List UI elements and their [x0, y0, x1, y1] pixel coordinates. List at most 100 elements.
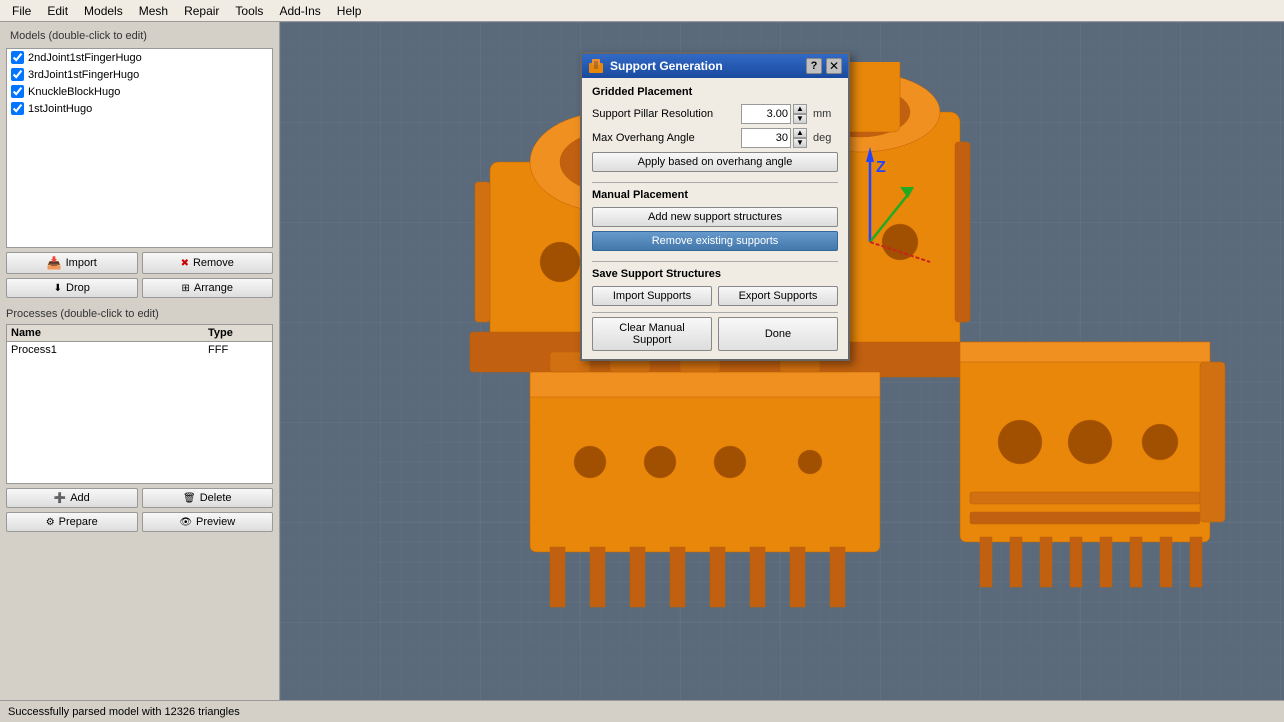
menu-edit[interactable]: Edit — [39, 2, 76, 20]
models-btn-row-1: Import Remove — [6, 252, 273, 274]
save-btn-row: Import Supports Export Supports — [592, 286, 838, 306]
remove-icon — [181, 257, 189, 269]
model-label-1: 3rdJoint1stFingerHugo — [28, 69, 139, 81]
viewport[interactable]: Z Support Generation — [280, 22, 1284, 700]
max-overhang-down[interactable]: ▼ — [793, 138, 807, 148]
support-pillar-down[interactable]: ▼ — [793, 114, 807, 124]
process-type-0: FFF — [208, 344, 268, 356]
support-pillar-spinners: ▲ ▼ — [793, 104, 807, 124]
done-button[interactable]: Done — [718, 317, 838, 351]
delete-icon — [183, 492, 196, 504]
processes-list: Name Type Process1 FFF — [6, 324, 273, 484]
proc-btn-row-2: Prepare Preview — [6, 512, 273, 532]
process-name-0: Process1 — [11, 344, 208, 356]
model-label-3: 1stJointHugo — [28, 103, 92, 115]
svg-text:Z: Z — [876, 159, 886, 176]
remove-support-button[interactable]: Remove existing supports — [592, 231, 838, 251]
main-layout: Models (double-click to edit) 2ndJoint1s… — [0, 22, 1284, 700]
clear-manual-button[interactable]: Clear Manual Support — [592, 317, 712, 351]
delete-button[interactable]: Delete — [142, 488, 274, 508]
divider-2 — [592, 261, 838, 262]
model-item: 2ndJoint1stFingerHugo — [7, 49, 272, 66]
drop-button[interactable]: Drop — [6, 278, 138, 298]
menu-tools[interactable]: Tools — [227, 2, 271, 20]
processes-title: Processes (double-click to edit) — [6, 308, 273, 320]
model-checkbox-1[interactable] — [11, 68, 24, 81]
dialog-title: Support Generation — [610, 59, 806, 73]
menu-repair[interactable]: Repair — [176, 2, 227, 20]
delete-label: Delete — [200, 492, 232, 504]
models-section-title: Models (double-click to edit) — [6, 28, 273, 44]
process-row: Process1 FFF — [7, 342, 272, 358]
processes-col-name: Name — [11, 327, 208, 339]
gridded-placement-label: Gridded Placement — [592, 86, 838, 98]
dialog-close-button[interactable]: ✕ — [826, 58, 842, 74]
menu-mesh[interactable]: Mesh — [131, 2, 176, 20]
model-label-2: KnuckleBlockHugo — [28, 86, 120, 98]
support-pillar-input-group: ▲ ▼ mm — [741, 104, 838, 124]
prepare-icon — [46, 516, 55, 528]
import-supports-button[interactable]: Import Supports — [592, 286, 712, 306]
arrange-label: Arrange — [194, 282, 233, 294]
prepare-label: Prepare — [59, 516, 98, 528]
model-checkbox-3[interactable] — [11, 102, 24, 115]
support-pillar-up[interactable]: ▲ — [793, 104, 807, 114]
proc-btn-row-1: Add Delete — [6, 488, 273, 508]
drop-label: Drop — [66, 282, 90, 294]
left-panel: Models (double-click to edit) 2ndJoint1s… — [0, 22, 280, 700]
model-checkbox-2[interactable] — [11, 85, 24, 98]
add-support-button[interactable]: Add new support structures — [592, 207, 838, 227]
max-overhang-up[interactable]: ▲ — [793, 128, 807, 138]
import-label: Import — [66, 257, 97, 269]
dialog-help-button[interactable]: ? — [806, 58, 822, 74]
menu-help[interactable]: Help — [329, 2, 370, 20]
support-pillar-unit: mm — [813, 108, 838, 120]
export-supports-button[interactable]: Export Supports — [718, 286, 838, 306]
preview-label: Preview — [196, 516, 235, 528]
remove-button[interactable]: Remove — [142, 252, 274, 274]
support-pillar-label: Support Pillar Resolution — [592, 108, 741, 120]
prepare-button[interactable]: Prepare — [6, 512, 138, 532]
divider-1 — [592, 182, 838, 183]
max-overhang-row: Max Overhang Angle ▲ ▼ deg — [592, 128, 838, 148]
processes-section: Processes (double-click to edit) Name Ty… — [6, 308, 273, 488]
remove-label: Remove — [193, 257, 234, 269]
add-button[interactable]: Add — [6, 488, 138, 508]
max-overhang-input[interactable] — [741, 128, 791, 148]
models-list: 2ndJoint1stFingerHugo 3rdJoint1stFingerH… — [6, 48, 273, 248]
manual-placement-label: Manual Placement — [592, 189, 838, 201]
arrange-button[interactable]: Arrange — [142, 278, 274, 298]
model-item: 3rdJoint1stFingerHugo — [7, 66, 272, 83]
processes-header: Name Type — [7, 325, 272, 342]
menu-bar: File Edit Models Mesh Repair Tools Add-I… — [0, 0, 1284, 22]
dialog-icon — [588, 58, 604, 74]
model-checkbox-0[interactable] — [11, 51, 24, 64]
processes-col-type: Type — [208, 327, 268, 339]
model-label-0: 2ndJoint1stFingerHugo — [28, 52, 142, 64]
status-text: Successfully parsed model with 12326 tri… — [8, 706, 240, 718]
preview-button[interactable]: Preview — [142, 512, 274, 532]
arrange-icon — [181, 282, 189, 294]
save-section-label: Save Support Structures — [592, 268, 838, 280]
support-pillar-input[interactable] — [741, 104, 791, 124]
dialog-titlebar: Support Generation ? ✕ — [582, 54, 848, 78]
drop-icon — [54, 282, 62, 294]
max-overhang-label: Max Overhang Angle — [592, 132, 741, 144]
dialog-content: Gridded Placement Support Pillar Resolut… — [582, 78, 848, 359]
models-btn-row-2: Drop Arrange — [6, 278, 273, 298]
apply-overhang-button[interactable]: Apply based on overhang angle — [592, 152, 838, 172]
max-overhang-input-group: ▲ ▼ deg — [741, 128, 838, 148]
support-generation-dialog: Support Generation ? ✕ Gridded Placement… — [580, 52, 850, 361]
bottom-btn-row: Clear Manual Support Done — [592, 312, 838, 351]
menu-models[interactable]: Models — [76, 2, 131, 20]
model-item: KnuckleBlockHugo — [7, 83, 272, 100]
support-pillar-row: Support Pillar Resolution ▲ ▼ mm — [592, 104, 838, 124]
menu-addins[interactable]: Add-Ins — [271, 2, 328, 20]
max-overhang-unit: deg — [813, 132, 838, 144]
status-bar: Successfully parsed model with 12326 tri… — [0, 700, 1284, 722]
model-item: 1stJointHugo — [7, 100, 272, 117]
max-overhang-spinners: ▲ ▼ — [793, 128, 807, 148]
import-button[interactable]: Import — [6, 252, 138, 274]
menu-file[interactable]: File — [4, 2, 39, 20]
add-icon — [54, 492, 66, 504]
